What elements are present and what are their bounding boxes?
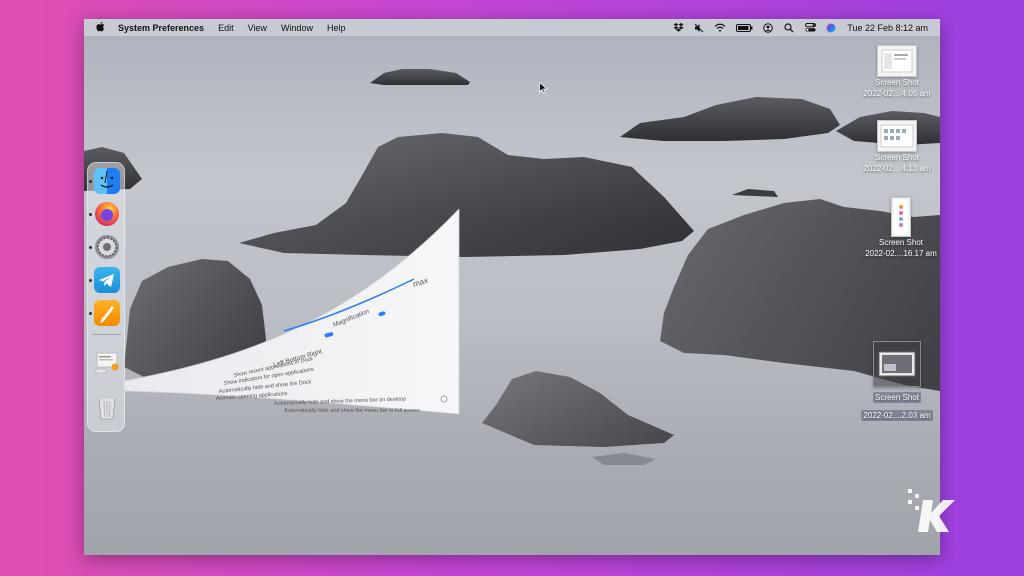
running-indicator xyxy=(89,246,92,249)
minimizing-window: max Magnification Left Bottom Right Show… xyxy=(124,209,460,415)
user-icon[interactable] xyxy=(762,22,774,33)
desktop-file-1[interactable]: Screen Shot 2022-02....4.05 am xyxy=(852,45,940,99)
control-center-icon[interactable] xyxy=(804,23,816,33)
desktop-file-3-subtitle: 2022-02....16.17 am xyxy=(865,249,937,258)
running-indicator xyxy=(89,312,92,315)
firefox-icon[interactable] xyxy=(94,201,120,227)
desktop-file-1-title: Screen Shot xyxy=(874,78,920,87)
dock xyxy=(87,162,125,432)
desktop-file-2-subtitle: 2022-02....4.13 am xyxy=(863,164,931,173)
running-indicator xyxy=(89,279,92,282)
menu-bar: System Preferences Edit View Window Help xyxy=(84,19,940,36)
screenshot-thumbnail-icon xyxy=(873,341,921,387)
menu-help[interactable]: Help xyxy=(327,23,346,33)
menu-edit[interactable]: Edit xyxy=(218,23,234,33)
running-indicator xyxy=(89,213,92,216)
search-icon[interactable] xyxy=(783,22,795,33)
document-stack-icon[interactable] xyxy=(94,349,120,375)
desktop-screen: System Preferences Edit View Window Help xyxy=(84,19,940,555)
mouse-cursor-icon xyxy=(539,82,548,94)
menu-app-name[interactable]: System Preferences xyxy=(118,23,204,33)
menu-window[interactable]: Window xyxy=(281,23,313,33)
desktop-file-1-subtitle: 2022-02....4.05 am xyxy=(863,89,931,98)
desktop-file-4-title: Screen Shot xyxy=(872,392,922,403)
telegram-icon[interactable] xyxy=(94,267,120,293)
system-preferences-icon[interactable] xyxy=(94,234,120,260)
rock-far xyxy=(370,69,470,85)
rock-tiny xyxy=(732,189,778,197)
mute-icon[interactable] xyxy=(693,23,705,33)
wifi-icon[interactable] xyxy=(714,23,726,33)
apple-menu-icon[interactable] xyxy=(96,21,108,35)
screenshot-thumbnail-icon xyxy=(877,120,917,152)
menu-datetime[interactable]: Tue 22 Feb 8:12 am xyxy=(847,23,928,33)
running-indicator xyxy=(89,180,92,183)
trash-icon[interactable] xyxy=(94,393,120,420)
desktop-file-3[interactable]: Screen Shot 2022-02....16.17 am xyxy=(856,197,940,259)
menu-view[interactable]: View xyxy=(248,23,267,33)
dropbox-icon[interactable] xyxy=(672,23,684,33)
desktop-file-4[interactable]: Screen Shot 2022-02....2.03 am xyxy=(852,341,940,423)
siri-icon[interactable] xyxy=(825,23,837,33)
desktop-file-2-title: Screen Shot xyxy=(874,153,920,162)
desktop-file-2[interactable]: Screen Shot 2022-02....4.13 am xyxy=(852,120,940,174)
desktop-file-3-title: Screen Shot xyxy=(878,238,924,247)
screenshot-thumbnail-icon xyxy=(891,197,911,237)
pages-icon[interactable] xyxy=(94,300,120,326)
dock-separator xyxy=(93,334,121,335)
rock-right-upper xyxy=(620,97,840,141)
finder-icon[interactable] xyxy=(94,168,120,194)
screenshot-thumbnail-icon xyxy=(877,45,917,77)
battery-icon[interactable] xyxy=(735,23,753,33)
genie-line-6: Automatically hide and show the menu bar… xyxy=(284,408,420,414)
watermark-logo xyxy=(908,489,955,532)
desktop-file-4-subtitle: 2022-02....2.03 am xyxy=(861,410,933,421)
